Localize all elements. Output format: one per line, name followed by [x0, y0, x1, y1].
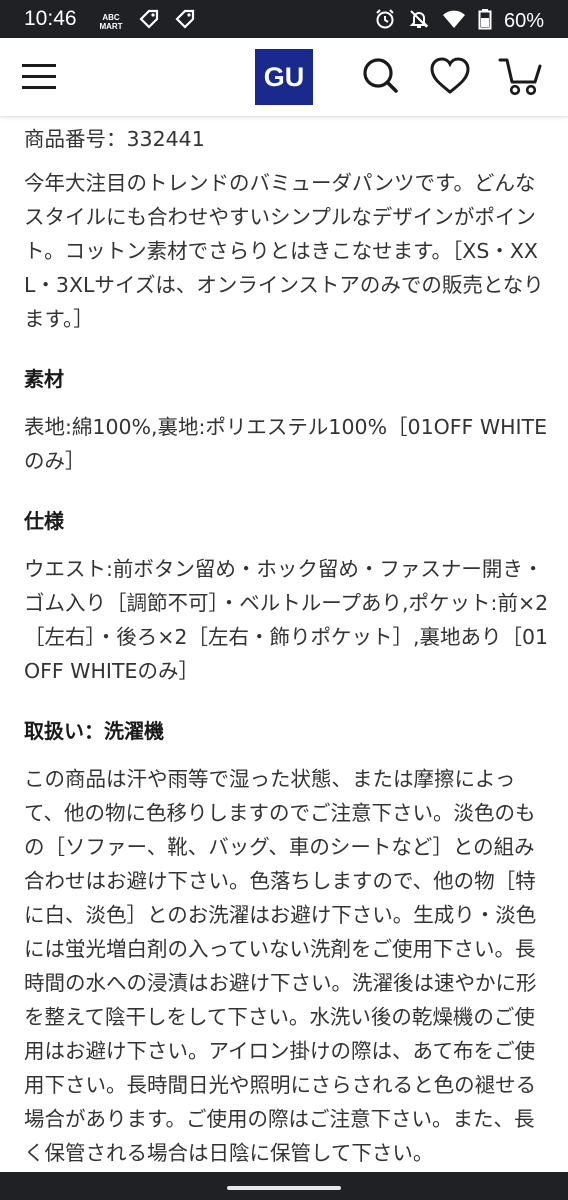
- section-heading: 取扱い：洗濯機: [24, 719, 164, 743]
- care-section: 取扱い：洗濯機 この商品は汗や雨等で湿った状態、または摩擦によって、他の物に色移…: [24, 714, 549, 1170]
- home-indicator[interactable]: [227, 1186, 341, 1190]
- tag-icon: [174, 9, 196, 35]
- menu-button[interactable]: [22, 60, 56, 92]
- battery-percent: 60%: [503, 9, 544, 32]
- status-bar: 10:46 ABC MART 60%: [0, 0, 568, 38]
- abc-mart-line2: MART: [99, 22, 123, 31]
- status-time: 10:46: [24, 7, 77, 30]
- material-section: 素材 表地:綿100%,裏地:ポリエステル100%［01OFF WHITEのみ］: [24, 362, 549, 478]
- system-nav-bar: [0, 1172, 568, 1200]
- menu-icon-bar: [22, 64, 56, 67]
- search-icon[interactable]: [358, 54, 402, 98]
- section-heading: 仕様: [24, 509, 64, 533]
- abc-mart-icon: ABC MART: [98, 13, 124, 31]
- gu-logo[interactable]: GU: [255, 49, 313, 105]
- menu-icon-bar: [22, 75, 56, 78]
- abc-mart-line1: ABC: [102, 13, 120, 22]
- alarm-icon: [374, 8, 396, 34]
- mute-icon: [408, 8, 430, 34]
- specification-section: 仕様 ウエスト:前ボタン留め・ホック留め・ファスナー開き・ゴム入り［調節不可］・…: [24, 504, 549, 688]
- product-number: 商品番号：332441: [24, 127, 205, 151]
- cart-icon[interactable]: [498, 54, 542, 98]
- battery-icon: [478, 8, 492, 34]
- product-description: 今年大注目のトレンドのバミューダパンツです。どんなスタイルにも合わせやすいシンプ…: [24, 171, 544, 331]
- section-body: この商品は汗や雨等で湿った状態、または摩擦によって、他の物に色移りしますのでご注…: [24, 767, 537, 1165]
- section-body: 表地:綿100%,裏地:ポリエステル100%［01OFF WHITEのみ］: [24, 415, 548, 473]
- notification-icons: ABC MART: [98, 9, 196, 35]
- app-header: GU: [0, 38, 568, 117]
- menu-icon-bar: [22, 86, 56, 89]
- section-heading: 素材: [24, 367, 64, 391]
- heart-icon[interactable]: [428, 54, 472, 98]
- tag-icon: [138, 9, 160, 35]
- status-right: 60%: [374, 8, 544, 34]
- section-body: ウエスト:前ボタン留め・ホック留め・ファスナー開き・ゴム入り［調節不可］・ベルト…: [24, 557, 549, 683]
- product-details: 商品番号：332441 今年大注目のトレンドのバミューダパンツです。どんなスタイ…: [24, 118, 549, 1170]
- wifi-icon: [442, 8, 466, 34]
